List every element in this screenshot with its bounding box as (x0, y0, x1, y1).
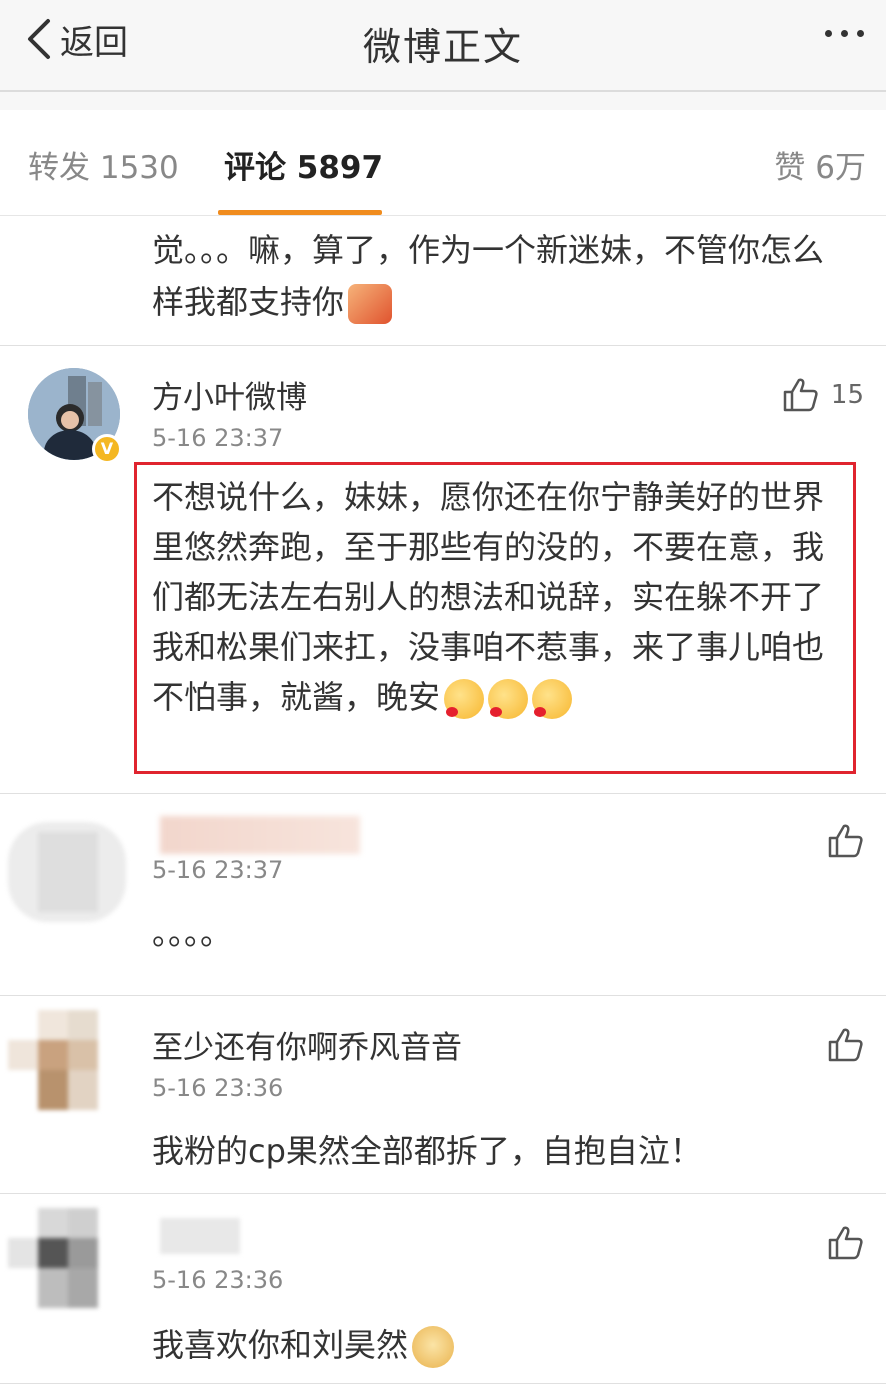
nav-bar: 返回 微博正文 (0, 0, 886, 92)
comment-text: 。。。。 (152, 914, 233, 952)
comment-time: 5-16 23:37 (152, 856, 284, 884)
tab-comment[interactable]: 评论 5897 (224, 142, 383, 187)
comment-text: 不想说什么，妹妹，愿你还在你宁静美好的世界里悠然奔跑，至于那些有的没的，不要在意… (152, 472, 842, 722)
comment-list: 觉。。。嘛，算了，作为一个新迷妹，不管你怎么样我都支持你 V 方小叶微博 5-1… (0, 216, 886, 1384)
active-tab-indicator (218, 210, 382, 215)
tab-repost[interactable]: 转发 1530 (28, 142, 179, 187)
tab-bar: 转发 1530 评论 5897 赞 6万 (0, 110, 886, 216)
tab-like[interactable]: 赞 6万 (774, 142, 866, 187)
comment-author[interactable]: 方小叶微博 (152, 372, 307, 417)
comment-author[interactable] (160, 1218, 240, 1254)
kiss-emoji-icon (488, 679, 529, 719)
like-button[interactable] (826, 1026, 864, 1064)
more-icon[interactable] (825, 30, 864, 37)
like-count: 15 (830, 380, 864, 410)
comment-author[interactable]: 至少还有你啊乔风音音 (152, 1022, 462, 1067)
like-button[interactable] (826, 822, 864, 860)
comment-time: 5-16 23:36 (152, 1074, 284, 1102)
avatar[interactable] (8, 1010, 126, 1128)
comment-item: 至少还有你啊乔风音音 5-16 23:36 我粉的cp果然全部都拆了，自抱自泣！ (0, 996, 886, 1194)
comment-time: 5-16 23:37 (152, 424, 284, 452)
comment-text: 觉。。。嘛，算了，作为一个新迷妹，不管你怎么样我都支持你 (152, 224, 852, 328)
comment-text: 我喜欢你和刘昊然 (152, 1320, 842, 1370)
praying-hands-emoji-icon (348, 284, 393, 324)
verified-badge-icon: V (92, 434, 122, 464)
comment-author[interactable] (160, 816, 360, 854)
comment-item: 5-16 23:36 我喜欢你和刘昊然 (0, 1194, 886, 1384)
avatar[interactable] (8, 812, 126, 930)
like-button[interactable] (826, 1224, 864, 1262)
page-title: 微博正文 (362, 25, 523, 69)
thumbs-up-icon (828, 824, 863, 858)
comment-item: 5-16 23:37 。。。。 (0, 794, 886, 996)
comment-text: 我粉的cp果然全部都拆了，自抱自泣！ (152, 1132, 702, 1170)
thumbs-up-icon (828, 1226, 863, 1260)
avatar[interactable] (8, 1208, 126, 1326)
kiss-emoji-icon (532, 679, 573, 719)
comment-item: 觉。。。嘛，算了，作为一个新迷妹，不管你怎么样我都支持你 (0, 216, 886, 346)
comment-item: V 方小叶微博 5-16 23:37 15 不想说什么，妹妹，愿你还在你宁静美好… (0, 346, 886, 794)
kiss-emoji-icon (444, 679, 485, 719)
thumbs-up-icon (783, 378, 818, 412)
comment-time: 5-16 23:36 (152, 1266, 284, 1294)
doge-emoji-icon (412, 1326, 455, 1368)
like-button[interactable]: 15 (781, 376, 864, 414)
thumbs-up-icon (828, 1028, 863, 1062)
